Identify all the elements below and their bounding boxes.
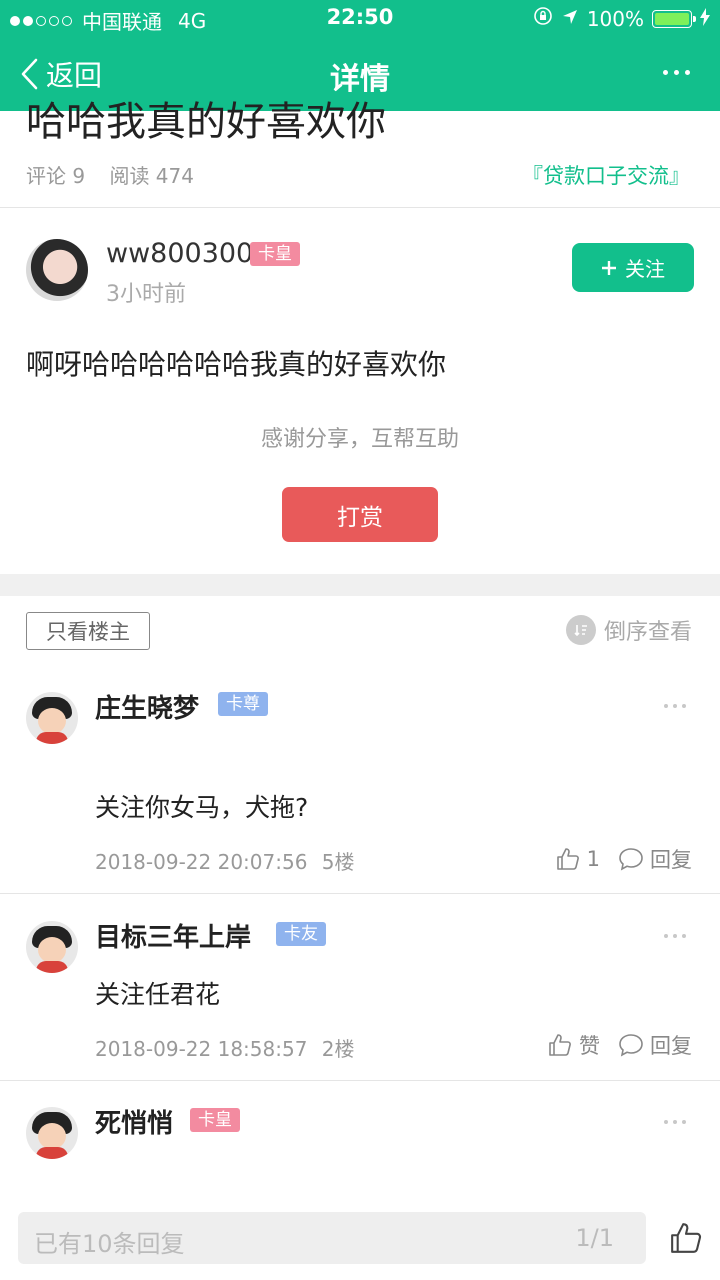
comment-meta: 2018-09-22 18:58:57 2楼 bbox=[95, 1033, 355, 1062]
like-label: 赞 bbox=[579, 1034, 600, 1058]
reply-button[interactable]: 回复 bbox=[618, 844, 692, 874]
comment-count: 评论 9 bbox=[26, 164, 86, 188]
battery-icon bbox=[652, 9, 696, 28]
commenter-avatar[interactable] bbox=[26, 921, 78, 973]
comment-datetime: 2018-09-22 18:58:57 bbox=[95, 1037, 308, 1061]
speech-bubble-icon bbox=[619, 1034, 643, 1057]
reply-input[interactable]: 已有10条回复 1/1 bbox=[18, 1212, 646, 1264]
page-indicator: 1/1 bbox=[575, 1224, 614, 1252]
speech-bubble-icon bbox=[619, 848, 643, 871]
section-gap bbox=[0, 574, 720, 596]
author-name[interactable]: ww800300 bbox=[106, 238, 253, 269]
post-time: 3小时前 bbox=[106, 282, 186, 307]
comment-floor: 5楼 bbox=[321, 850, 355, 874]
comment-actions: 1 回复 bbox=[555, 844, 692, 874]
author-avatar[interactable] bbox=[26, 239, 88, 301]
like-button[interactable]: 赞 bbox=[547, 1030, 600, 1060]
status-right: 100% bbox=[533, 6, 710, 31]
comment-actions: 赞 回复 bbox=[547, 1030, 692, 1060]
follow-label: 关注 bbox=[625, 257, 665, 281]
follow-button[interactable]: 关注 bbox=[572, 243, 694, 292]
plus-icon bbox=[602, 260, 616, 275]
commenter-name[interactable]: 死悄悄 bbox=[95, 1103, 173, 1140]
charging-icon bbox=[700, 7, 710, 31]
post-body: 啊呀哈哈哈哈哈哈我真的好喜欢你 bbox=[26, 348, 447, 381]
like-count: 1 bbox=[586, 847, 600, 871]
commenter-name[interactable]: 庄生晓梦 bbox=[95, 688, 199, 725]
board-tag-link[interactable]: 『贷款口子交流』 bbox=[522, 160, 690, 190]
reverse-order-button[interactable]: 倒序查看 bbox=[565, 614, 692, 646]
comment-datetime: 2018-09-22 20:07:56 bbox=[95, 850, 308, 874]
reply-button[interactable]: 回复 bbox=[618, 1030, 692, 1060]
divider bbox=[0, 1080, 720, 1081]
thumbs-up-icon bbox=[549, 1034, 571, 1056]
thumbs-up-icon bbox=[556, 848, 579, 870]
comment-text: 关注任君花 bbox=[95, 980, 221, 1009]
rotation-lock-icon bbox=[533, 6, 553, 31]
thanks-text: 感谢分享，互帮互助 bbox=[260, 427, 459, 452]
divider bbox=[0, 893, 720, 894]
thumbs-up-icon[interactable] bbox=[668, 1220, 704, 1260]
sort-icon bbox=[565, 615, 596, 645]
status-bar: 中国联通 4G 22:50 100% bbox=[0, 0, 720, 36]
bottom-reply-bar: 已有10条回复 1/1 bbox=[0, 1196, 720, 1280]
more-options-icon[interactable] bbox=[663, 70, 690, 75]
divider bbox=[0, 207, 720, 208]
reply-placeholder: 已有10条回复 bbox=[34, 1230, 185, 1258]
reverse-order-label: 倒序查看 bbox=[603, 620, 692, 645]
read-count: 阅读 474 bbox=[109, 164, 194, 188]
comment-more-icon[interactable] bbox=[664, 934, 686, 938]
commenter-avatar[interactable] bbox=[26, 1107, 78, 1159]
commenter-badge: 卡皇 bbox=[190, 1108, 240, 1132]
comment-text: 关注你女马，犬拖? bbox=[95, 793, 309, 822]
comment-more-icon[interactable] bbox=[664, 704, 686, 708]
reward-button[interactable]: 打赏 bbox=[282, 487, 438, 542]
like-button[interactable]: 1 bbox=[555, 846, 600, 872]
post-meta: 评论 9 阅读 474 『贷款口子交流』 bbox=[26, 160, 690, 189]
comment-meta: 2018-09-22 20:07:56 5楼 bbox=[95, 846, 355, 875]
author-badge: 卡皇 bbox=[250, 242, 300, 266]
post-title: 哈哈我真的好喜欢你 bbox=[26, 99, 386, 142]
comment-floor: 2楼 bbox=[321, 1037, 355, 1061]
only-owner-button[interactable]: 只看楼主 bbox=[26, 612, 150, 650]
location-icon bbox=[561, 7, 579, 31]
commenter-badge: 卡尊 bbox=[218, 692, 268, 716]
battery-percent: 100% bbox=[586, 6, 644, 31]
comment-more-icon[interactable] bbox=[664, 1120, 686, 1124]
commenter-badge: 卡友 bbox=[276, 922, 326, 946]
reply-label: 回复 bbox=[650, 848, 692, 872]
commenter-avatar[interactable] bbox=[26, 692, 78, 744]
commenter-name[interactable]: 目标三年上岸 bbox=[95, 917, 251, 954]
reply-label: 回复 bbox=[650, 1034, 692, 1058]
